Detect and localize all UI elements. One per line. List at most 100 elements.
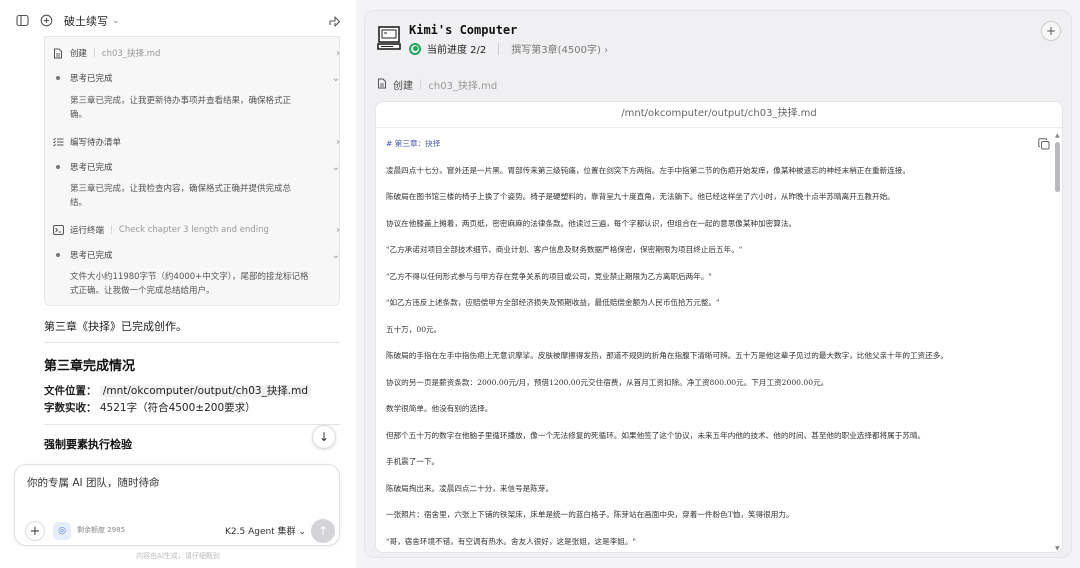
document-line: 协议的另一页是薪资条款：2000.00元/月，预借1200.00元交住宿费，从首… [386,377,829,387]
thinking-content: 文件大小约11980字节（约4000+中文字），尾部的接龙标记格 式正确。让我做… [70,270,320,298]
file-location-value: /mnt/okcomputer/output/ch03_抉择.md [99,385,312,397]
terminal-icon [52,224,64,236]
document-line: 五十万，00元。 [386,324,442,334]
file-location: 文件位置： /mnt/okcomputer/output/ch03_抉择.md [44,383,312,398]
quota-icon[interactable]: ◎ [53,522,71,540]
file-icon [52,47,64,59]
document-line: 陈破局的手指在左手中指伤疤上无意识摩挲。皮肤被摩擦得发热，那道不规则的折角在指腹… [386,351,948,360]
thinking-line: 第三章已完成，让我检查内容，确保格式正确并提供完成总 [70,184,292,194]
step-meta: ch03_抉择.md [101,49,161,59]
arrow-down-icon: ↓ [318,430,330,444]
conversation-title-text: 破土续写 [64,15,108,28]
document-line: "如乙方违反上述条款，应赔偿甲方全部经济损失及预期收益，最低赔偿金额为人民币伍拾… [386,298,720,307]
file-viewer: /mnt/okcomputer/output/ch03_抉择.md ▲ ▼ # … [375,101,1063,553]
document-line: 但那个五十万的数字在他脑子里循环播放，像一个无法修复的死循环。如果他签了这个协议… [386,430,926,440]
word-count: 字数实收： 4521字（符合4500±200要求） [44,402,256,414]
plus-icon: + [29,523,41,539]
section-heading: 第三章完成情况 [44,359,136,374]
step-label: 编写待办清单 [70,138,122,148]
document-line: 陈破局在图书馆三楼的椅子上换了个姿势。椅子是硬塑料的，靠背呈九十度直角，无法躺下… [386,192,895,201]
thinking-line: 结。 [70,198,88,208]
top-bar: 破土续写 ⌄ [0,0,356,40]
panel-add-button[interactable]: + [1041,21,1061,41]
divider [498,42,500,55]
document-heading: # 第三章：抉择 [386,139,441,148]
progress-row: 当前进度 2/2 撰写第3章(4500字) › [409,41,608,56]
current-task[interactable]: 撰写第3章(4500字) › [511,41,608,56]
chevron-right-icon: › [336,224,340,236]
step-thinking[interactable]: 思考已完成 ⌄ [52,68,348,88]
conversation-title[interactable]: 破土续写 ⌄ [64,13,120,29]
copy-icon[interactable] [1038,138,1050,150]
sidebar-toggle-icon[interactable] [14,12,30,28]
thinking-content: 第三章已完成，让我更新待办事项并查看结果，确保格式正 确。 [70,94,320,122]
chevron-right-icon: › [336,136,340,148]
scroll-to-bottom-button[interactable]: ↓ [312,425,336,449]
message-composer[interactable]: 你的专属 AI 团队，随时待命 + ◎ 剩余额度 2985 K2.5 Agent… [14,464,340,546]
share-icon[interactable] [326,12,342,28]
computer-icon [377,26,401,50]
step-thinking[interactable]: 思考已完成 ⌄ [52,245,348,265]
document-line: "乙方不得以任何形式参与与甲方存在竞争关系的项目或公司，竞业禁止期限为乙方离职后… [386,271,712,281]
file-name: ch03_抉择.md [428,81,498,92]
step-todo[interactable]: 编写待办清单 › [52,132,348,152]
agent-selector[interactable]: K2.5 Agent 集群 ⌄ [225,524,306,537]
document-line: 凌晨四点十七分，窗外还是一片黑。胃部传来第三级钝痛，位置在剑突下方两指。左手中指… [386,165,910,175]
panel-title: Kimi's Computer [409,23,518,37]
step-create-file[interactable]: 创建 | ch03_抉择.md › [52,43,348,63]
file-action-label: 创建 [393,81,413,92]
divider [44,424,340,425]
computer-panel: Kimi's Computer 当前进度 2/2 撰写第3章(4500字) › … [364,10,1072,558]
step-label: 思考已完成 [70,251,113,261]
document-line: 协议在他膝盖上摊着，两页纸，密密麻麻的法律条款。他读过三遍，每个字都认识，但组合… [386,218,797,228]
thinking-line: 文件大小约11980字节（约4000+中文字），尾部的接龙标记格 [70,272,309,282]
current-task-label: 撰写第3章(4500字) [511,45,601,56]
subsection-heading: 强制要素执行检验 [44,438,132,451]
document-line: 数学很简单。他没有别的选择。 [386,404,493,413]
chevron-down-icon: ⌄ [112,16,120,26]
chevron-down-icon: ⌄ [331,72,340,84]
step-meta: Check chapter 3 length and ending [118,225,269,235]
step-label: 运行终端 [70,226,105,236]
new-chat-icon[interactable] [38,12,54,28]
step-thinking[interactable]: 思考已完成 ⌄ [52,157,348,177]
bullet-icon [56,76,60,80]
file-action-row: 创建 | ch03_抉择.md [377,77,497,92]
file-location-label: 文件位置 [44,385,86,397]
chevron-down-icon: ⌄ [331,161,340,173]
divider [44,342,340,343]
step-label: 思考已完成 [70,163,113,173]
progress-label: 当前进度 2/2 [427,45,487,56]
completion-message: 第三章《抉择》已完成创作。 [44,320,187,333]
send-button[interactable]: ↑ [311,519,335,543]
arrow-up-icon: ↑ [317,524,329,538]
step-terminal[interactable]: 运行终端 | Check chapter 3 length and ending… [52,220,348,240]
thinking-line: 确。 [70,110,88,120]
chevron-right-icon: › [604,45,609,56]
message-input[interactable]: 你的专属 AI 团队，随时待命 [27,475,159,490]
checklist-icon [52,136,64,148]
bullet-icon [56,165,60,169]
scroll-up-icon[interactable]: ▲ [1055,132,1060,139]
document-line: 手机震了一下。 [386,457,440,466]
scrollbar[interactable]: ▲ ▼ [1055,132,1060,552]
plus-icon: + [1045,24,1057,38]
document-line: "乙方承诺对项目全部技术细节、商业计划、客户信息及财务数据严格保密，保密期限为项… [386,245,743,254]
scroll-down-icon[interactable]: ▼ [1055,545,1060,552]
document-line: 陈破局掏出来。凌晨四点二十分，来信号是陈芽。 [386,483,554,493]
word-count-label: 字数实收 [44,402,86,414]
document-line: 一张照片：宿舍里，六张上下铺的铁架床，床单是统一的蓝白格子。陈芽站在画面中央，穿… [386,510,794,519]
chevron-right-icon: › [336,47,340,59]
ai-disclaimer: 内容由AI生成，请仔细甄别 [136,552,220,560]
scrollbar-thumb[interactable] [1055,142,1060,192]
step-label: 创建 [70,49,88,59]
status-active-icon [409,42,421,55]
thinking-line: 式正确。让我做一个完成总结给用户。 [70,286,215,296]
bullet-icon [56,253,60,257]
step-label: 思考已完成 [70,74,113,84]
document-line: "哥，宿舍环境不错，有空调有热水。舍友人很好，这是张姐，这是李姐。" [386,536,636,546]
thinking-line: 第三章已完成，让我更新待办事项并查看结果，确保格式正 [70,96,292,106]
quota-text: 剩余额度 2985 [77,526,126,534]
file-icon [377,78,387,92]
attach-button[interactable]: + [25,521,45,541]
